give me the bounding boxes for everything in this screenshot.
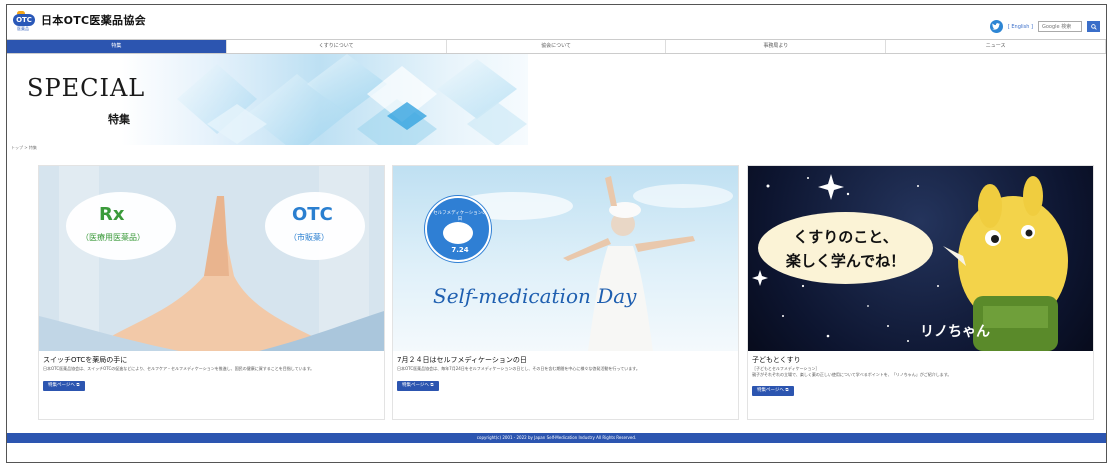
card-button-special-page[interactable]: 特集ページへ ⧉ [752,386,794,396]
speech-bubble: くすりのこと、 楽しく学んでね！ [758,212,933,284]
browser-page: OTC 医薬品 日本OTC医薬品協会 [ English ] 特集 くすりについ… [6,4,1107,463]
high-five-illustration [39,166,384,351]
external-link-icon: ⧉ [430,383,434,388]
card-image-switch-otc[interactable]: Rx （医療用医薬品） OTC （市販薬） [39,166,384,351]
search-button[interactable] [1087,21,1100,32]
self-medication-badge: セルフメディケーションの日 7.24 [425,196,491,262]
main-nav: 特集 くすりについて 協会について 事務局より ニュース [7,39,1106,54]
card-title: 子どもとくすり [752,356,801,364]
nav-item-office[interactable]: 事務局より [666,40,887,53]
card-self-medication-day: セルフメディケーションの日 7.24 Self-medication Day 7… [392,165,739,420]
search-input[interactable] [1038,21,1082,32]
nav-item-special[interactable]: 特集 [7,40,227,53]
otc-logo-icon: OTC 医薬品 [13,11,37,31]
site-name: 日本OTC医薬品協会 [41,14,146,27]
nav-item-news[interactable]: ニュース [886,40,1106,53]
otc-label: OTC [292,204,333,225]
card-children-medicine: くすりのこと、 楽しく学んでね！ リノちゃん 子どもとくすり ［子どもとセルフメ… [747,165,1094,420]
card-image-self-medication[interactable]: セルフメディケーションの日 7.24 Self-medication Day [393,166,738,351]
card-image-children-medicine[interactable]: くすりのこと、 楽しく学んでね！ リノちゃん [748,166,1093,351]
card-description: ［子どもとセルフメディケーション］ 親子がそれぞれの立場で、楽しく薬の正しい使用… [752,366,952,377]
breadcrumb: トップ > 特集 [11,145,37,150]
nav-item-about[interactable]: 協会について [446,40,667,53]
header-tools: [ English ] [989,20,1100,33]
external-link-icon: ⧉ [785,388,789,393]
hero-subtitle: 特集 [108,113,130,126]
rx-label: Rx [99,204,125,225]
site-footer: copyright(c) 2001 - 2022 by Japan Self-M… [7,433,1106,443]
external-link-icon: ⧉ [76,383,80,388]
rx-sublabel: （医療用医薬品） [81,233,145,242]
card-title: スイッチOTCを薬局の手に [43,356,128,364]
search-icon [1090,23,1097,30]
card-button-special-page[interactable]: 特集ページへ ⧉ [43,381,85,391]
card-title: 7月２４日はセルフメディケーションの日 [397,356,527,364]
card-description: 日本OTC医薬品協会は、毎年7月24日をセルフメディケーションの日とし、その日を… [397,366,640,371]
card-button-special-page[interactable]: 特集ページへ ⧉ [397,381,439,391]
nav-item-medicine[interactable]: くすりについて [226,40,447,53]
card-switch-otc: Rx （医療用医薬品） OTC （市販薬） スイッチOTCを薬局の手に 日本OT… [38,165,385,420]
rino-chan-name: リノちゃん [920,324,990,340]
hero-banner: SPECIAL 特集 [7,54,528,145]
hero-title: SPECIAL [27,74,146,102]
card-description: 日本OTC医薬品協会は、スイッチOTCの促進などにより、セルフケア・セルフメディ… [43,366,315,371]
english-link[interactable]: [ English ] [1008,24,1033,30]
site-header: OTC 医薬品 日本OTC医薬品協会 [ English ] [7,5,1106,39]
site-logo[interactable]: OTC 医薬品 日本OTC医薬品協会 [13,11,146,31]
self-medication-day-caption: Self-medication Day [433,284,637,308]
twitter-icon[interactable] [989,20,1003,33]
otc-sublabel: （市販薬） [289,233,329,242]
